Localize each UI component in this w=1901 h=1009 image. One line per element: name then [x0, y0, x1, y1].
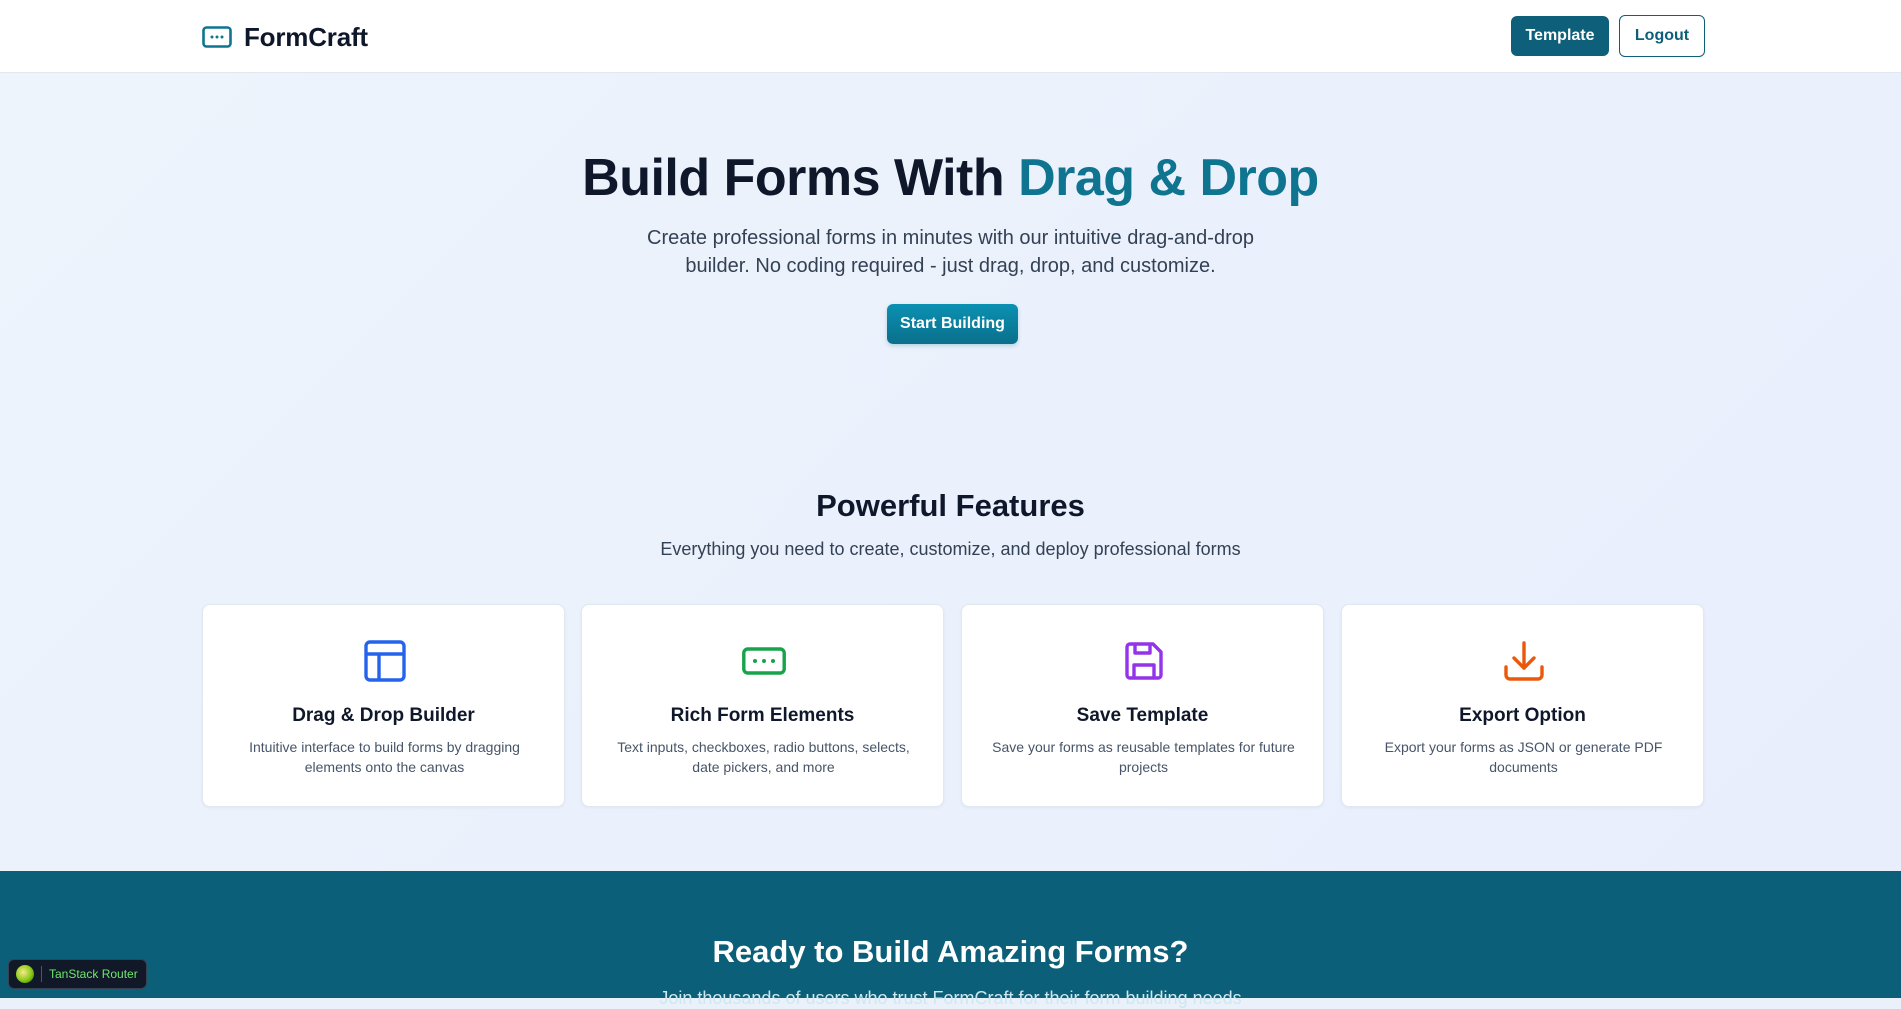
feature-card-description: Save your forms as reusable templates fo…	[992, 739, 1295, 775]
hero-title-accent: Drag & Drop	[1018, 149, 1319, 207]
tanstack-logo-icon	[16, 965, 34, 983]
cta-subtitle: Join thousands of users who trust FormCr…	[659, 988, 1242, 1008]
features-subtitle: Everything you need to create, customize…	[660, 539, 1241, 559]
download-icon	[1502, 639, 1546, 683]
feature-card-title: Save Template	[1076, 705, 1209, 726]
feature-card-description: Intuitive interface to build forms by dr…	[249, 739, 520, 775]
brand-logo-link[interactable]: FormCraft	[202, 22, 368, 52]
template-button[interactable]: Template	[1511, 16, 1609, 56]
logout-button[interactable]: Logout	[1619, 15, 1705, 57]
cta-title: Ready to Build Amazing Forms?	[712, 934, 1189, 969]
feature-card-description: Export your forms as JSON or generate PD…	[1384, 739, 1663, 775]
feature-card-rich-elements: Rich Form Elements Text inputs, checkbox…	[581, 604, 944, 807]
feature-card-description: Text inputs, checkboxes, radio buttons, …	[617, 739, 910, 775]
input-field-icon	[742, 639, 786, 683]
features-title: Powerful Features	[816, 488, 1085, 523]
feature-card-title: Drag & Drop Builder	[292, 705, 475, 726]
cta-section: Ready to Build Amazing Forms? Join thous…	[0, 871, 1901, 1008]
hero-title-main: Build Forms With	[582, 149, 1019, 207]
brand-name: FormCraft	[244, 21, 368, 52]
feature-card-drag-drop: Drag & Drop Builder Intuitive interface …	[202, 604, 565, 807]
hero-subtitle: Create professional forms in minutes wit…	[647, 227, 1254, 277]
feature-card-title: Export Option	[1459, 705, 1586, 726]
start-building-button[interactable]: Start Building	[887, 304, 1018, 344]
tanstack-router-devtools-toggle[interactable]: TanStack Router	[8, 959, 147, 989]
layout-icon	[363, 639, 407, 683]
save-icon	[1122, 639, 1166, 683]
hero-title: Build Forms With Drag & Drop	[0, 148, 1901, 208]
form-input-icon	[202, 26, 232, 48]
devtools-label: TanStack Router	[49, 967, 138, 981]
feature-card-export: Export Option Export your forms as JSON …	[1341, 604, 1704, 807]
divider	[41, 966, 42, 982]
feature-card-save-template: Save Template Save your forms as reusabl…	[961, 604, 1324, 807]
top-navbar: FormCraft Template Logout	[0, 0, 1901, 73]
feature-card-title: Rich Form Elements	[670, 705, 855, 726]
